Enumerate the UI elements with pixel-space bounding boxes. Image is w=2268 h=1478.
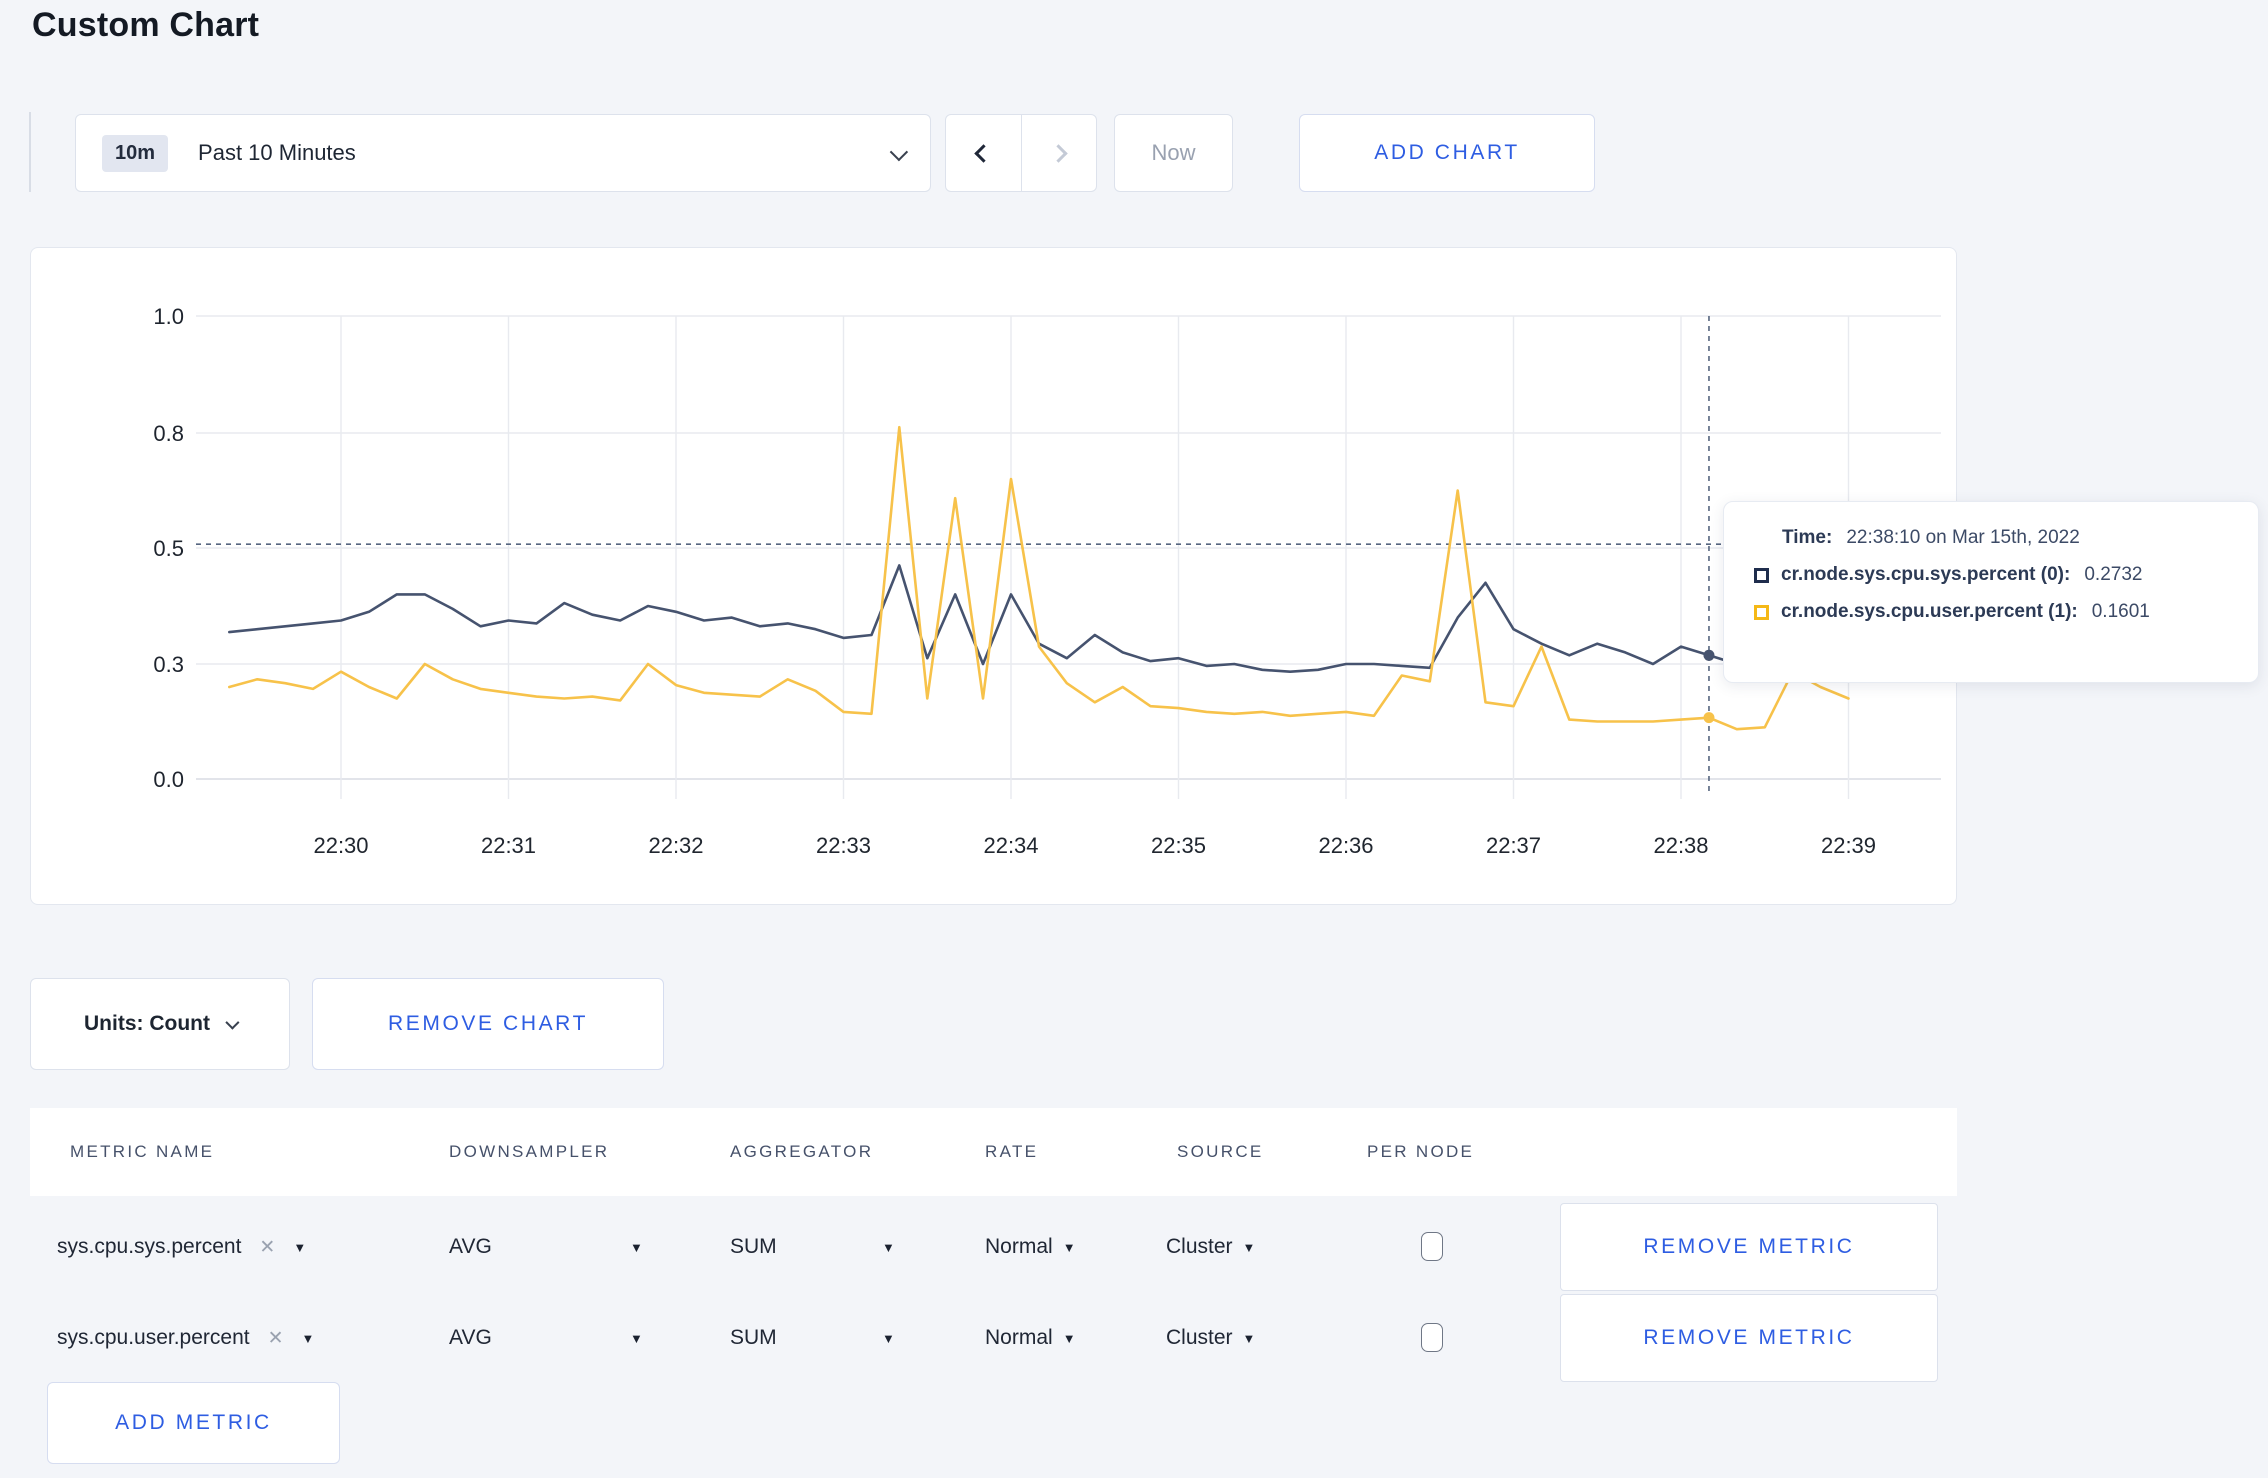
x-axis-tick-label: 22:30 [313,833,368,858]
tooltip-time-row: Time: 22:38:10 on Mar 15th, 2022 [1754,527,2230,549]
aggregator-select[interactable]: SUM [730,1294,777,1382]
tooltip-series-value: 0.1601 [2091,601,2150,622]
time-nav-group [945,114,1097,192]
caret-down-icon: ▼ [1242,1239,1256,1255]
y-axis-tick-label: 0.3 [153,652,184,677]
caret-down-icon[interactable]: ▼ [882,1294,895,1382]
x-axis-tick-label: 22:33 [816,833,871,858]
tooltip-series-label: cr.node.sys.cpu.sys.percent (0): [1781,564,2071,585]
tooltip-time-label: Time: [1782,527,1833,548]
caret-down-icon: ▼ [1062,1239,1076,1255]
units-dropdown[interactable]: Units: Count [30,978,290,1070]
metric-name-label: sys.cpu.user.percent [57,1326,250,1349]
chevron-right-icon [1049,143,1068,163]
rate-select[interactable]: Normal ▼ [985,1203,1076,1291]
per-node-checkbox[interactable] [1421,1232,1443,1261]
chevron-down-icon [889,142,909,161]
remove-metric-button[interactable]: REMOVE METRIC [1560,1203,1938,1291]
rate-label: Normal [985,1326,1053,1349]
y-axis-tick-label: 0.0 [153,767,184,792]
metric-name-label: sys.cpu.sys.percent [57,1235,242,1258]
tooltip-series-label: cr.node.sys.cpu.user.percent (1): [1781,601,2078,622]
x-axis-tick-label: 22:39 [1821,833,1876,858]
rate-select[interactable]: Normal ▼ [985,1294,1076,1382]
column-header-rate: RATE [985,1142,1039,1161]
remove-chart-button[interactable]: REMOVE CHART [312,978,664,1070]
aggregator-select[interactable]: SUM [730,1203,777,1291]
prev-time-button[interactable] [946,115,1022,191]
tooltip-series-value: 0.2732 [2084,564,2143,585]
add-chart-button[interactable]: ADD CHART [1299,114,1595,192]
column-header-metric-name: METRIC NAME [70,1142,215,1161]
chart-card: 0.0 0.3 0.5 0.8 1.0 22:30 22:31 22:32 22:33 22:34… [30,247,2259,906]
tooltip-series-row: cr.node.sys.cpu.sys.percent (0): 0.2732 [1754,564,2230,586]
now-button[interactable]: Now [1114,114,1233,192]
add-metric-button[interactable]: ADD METRIC [47,1382,340,1464]
per-node-checkbox[interactable] [1421,1323,1443,1352]
rate-label: Normal [985,1235,1053,1258]
units-label: Units: Count [84,1012,210,1035]
x-axis-tick-label: 22:36 [1318,833,1373,858]
time-range-badge: 10m [102,134,169,172]
remove-metric-button[interactable]: REMOVE METRIC [1560,1294,1938,1382]
chevron-left-icon [974,143,993,163]
source-label: Cluster [1166,1235,1233,1258]
x-axis-tick-label: 22:38 [1653,833,1708,858]
chart-tooltip: Time: 22:38:10 on Mar 15th, 2022 cr.node… [1723,501,2259,683]
x-axis-tick-label: 22:35 [1151,833,1206,858]
caret-down-icon: ▼ [1062,1330,1076,1346]
column-header-per-node: PER NODE [1367,1142,1475,1161]
metric-row: sys.cpu.user.percent ✕ ▼ AVG ▼ SUM ▼ Nor… [0,1294,2268,1382]
y-axis-tick-label: 0.8 [153,421,184,446]
time-range-label: Past 10 Minutes [198,140,356,165]
y-axis-tick-label: 0.5 [153,536,184,561]
next-time-button[interactable] [1022,115,1097,191]
tooltip-time-value: 22:38:10 on Mar 15th, 2022 [1846,527,2080,548]
column-header-aggregator: AGGREGATOR [730,1142,874,1161]
metric-name-select[interactable]: sys.cpu.user.percent ✕ ▼ [57,1294,314,1382]
highlighted-point [1703,712,1715,724]
x-axis-tick-label: 22:31 [481,833,536,858]
downsampler-select[interactable]: AVG [449,1294,492,1382]
caret-down-icon[interactable]: ▼ [630,1203,643,1291]
x-axis-tick-label: 22:37 [1486,833,1541,858]
x-axis-tick-label: 22:32 [648,833,703,858]
sys-series-swatch-icon [1754,567,1769,583]
caret-down-icon: ▼ [1242,1330,1256,1346]
caret-down-icon: ▼ [301,1330,315,1346]
caret-down-icon[interactable]: ▼ [882,1203,895,1291]
chart-plot[interactable]: 0.0 0.3 0.5 0.8 1.0 22:30 22:31 22:32 22:33 22:34… [31,248,1958,906]
highlighted-point [1703,649,1715,661]
page-title: Custom Chart [32,6,260,44]
downsampler-select[interactable]: AVG [449,1203,492,1291]
source-select[interactable]: Cluster ▼ [1166,1294,1255,1382]
metrics-table-header: METRIC NAME DOWNSAMPLER AGGREGATOR RATE … [30,1108,1957,1196]
toolbar-divider [29,112,31,192]
series-line [228,564,1850,674]
chevron-down-icon [225,1015,240,1030]
column-header-source: SOURCE [1177,1142,1264,1161]
source-select[interactable]: Cluster ▼ [1166,1203,1255,1291]
source-label: Cluster [1166,1326,1233,1349]
caret-down-icon: ▼ [293,1239,307,1255]
user-series-swatch-icon [1754,604,1769,620]
caret-down-icon[interactable]: ▼ [630,1294,643,1382]
series-line [228,425,1850,731]
metric-row: sys.cpu.sys.percent ✕ ▼ AVG ▼ SUM ▼ Norm… [0,1203,2268,1291]
clear-metric-icon[interactable]: ✕ [268,1327,284,1350]
metric-name-select[interactable]: sys.cpu.sys.percent ✕ ▼ [57,1203,306,1291]
y-axis-tick-label: 1.0 [153,304,184,329]
clear-metric-icon[interactable]: ✕ [259,1236,275,1259]
x-axis-tick-label: 22:34 [983,833,1038,858]
tooltip-series-row: cr.node.sys.cpu.user.percent (1): 0.1601 [1754,601,2230,623]
time-range-picker[interactable]: 10m Past 10 Minutes [75,114,931,192]
column-header-downsampler: DOWNSAMPLER [449,1142,610,1161]
